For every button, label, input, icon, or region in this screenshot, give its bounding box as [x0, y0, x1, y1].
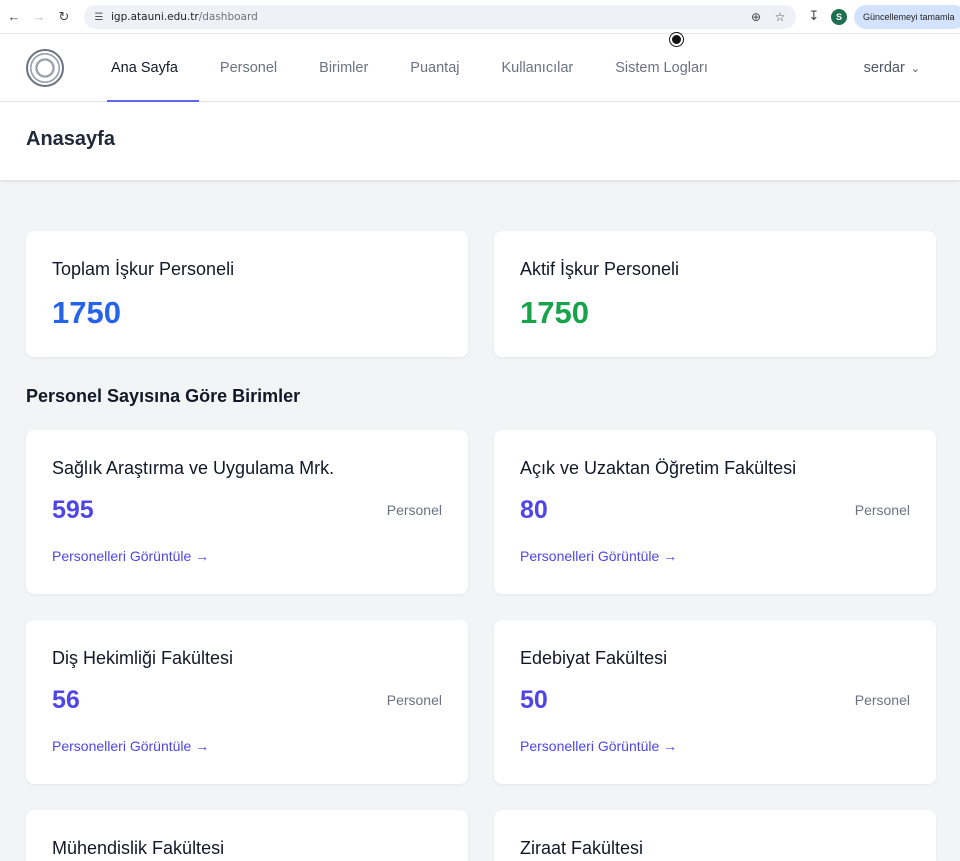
profile-avatar[interactable]: S: [831, 9, 847, 25]
stat-card-active: Aktif İşkur Personeli 1750: [494, 231, 936, 357]
view-personnel-link[interactable]: Personelleri Görüntüle →: [52, 738, 209, 754]
reload-icon[interactable]: ↻: [53, 6, 75, 28]
address-bar[interactable]: ☰ igp.atauni.edu.tr/dashboard ⊕ ☆: [84, 5, 796, 29]
view-personnel-link[interactable]: Personelleri Görüntüle →: [520, 738, 677, 754]
university-logo[interactable]: [26, 49, 64, 87]
update-button-label: Güncellemeyi tamamla: [863, 12, 955, 22]
unit-name: Ziraat Fakültesi: [520, 838, 644, 858]
mouse-cursor: [670, 33, 683, 46]
bookmark-star-icon[interactable]: ☆: [770, 7, 790, 27]
unit-name: Sağlık Araştırma ve Uygulama Mrk.: [52, 458, 335, 478]
update-button[interactable]: Güncellemeyi tamamla⋮: [854, 5, 960, 29]
browser-toolbar: ← → ↻ ☰ igp.atauni.edu.tr/dashboard ⊕ ☆ …: [0, 0, 960, 34]
unit-card: Mühendislik Fakültesi: [26, 810, 468, 861]
forward-icon[interactable]: →: [28, 6, 50, 28]
nav-home[interactable]: Ana Sayfa: [90, 34, 199, 102]
stat-value: 1750: [52, 295, 121, 330]
unit-count: 80: [520, 496, 548, 524]
stat-label: Toplam İşkur Personeli: [52, 259, 235, 279]
unit-card: Edebiyat Fakültesi 50 Personel Personell…: [494, 620, 936, 784]
user-menu[interactable]: serdar ⌄: [864, 34, 920, 102]
view-personnel-link[interactable]: Personelleri Görüntüle →: [52, 548, 209, 564]
download-icon[interactable]: ↧: [804, 6, 824, 26]
main-nav: Ana Sayfa Personel Birimler Puantaj Kull…: [90, 34, 729, 102]
nav-sistem-loglari[interactable]: Sistem Logları: [594, 34, 729, 102]
unit-count: 56: [52, 686, 80, 714]
unit-suffix: Personel: [854, 502, 910, 518]
nav-birimler[interactable]: Birimler: [298, 34, 389, 102]
unit-name: Açık ve Uzaktan Öğretim Fakültesi: [520, 458, 797, 478]
page-header: Anasayfa: [0, 102, 960, 180]
stat-label: Aktif İşkur Personeli: [520, 259, 680, 279]
unit-name: Diş Hekimliği Fakültesi: [52, 648, 234, 668]
back-icon[interactable]: ←: [3, 6, 25, 28]
view-personnel-link[interactable]: Personelleri Görüntüle →: [520, 548, 677, 564]
unit-count: 50: [520, 686, 548, 714]
nav-puantaj[interactable]: Puantaj: [389, 34, 480, 102]
url-host: igp.atauni.edu.tr: [111, 11, 199, 23]
unit-card: Ziraat Fakültesi: [494, 810, 936, 861]
unit-name: Edebiyat Fakültesi: [520, 648, 668, 668]
page-title: Anasayfa: [26, 128, 115, 150]
site-info-icon[interactable]: ☰: [87, 5, 111, 29]
unit-count: 595: [52, 496, 94, 524]
user-name: serdar: [863, 60, 905, 76]
unit-card: Sağlık Araştırma ve Uygulama Mrk. 595 Pe…: [26, 430, 468, 594]
url-path: /dashboard: [198, 11, 258, 23]
unit-card: Diş Hekimliği Fakültesi 56 Personel Pers…: [26, 620, 468, 784]
stat-card-total: Toplam İşkur Personeli 1750: [26, 231, 468, 357]
unit-suffix: Personel: [386, 692, 442, 708]
zoom-icon[interactable]: ⊕: [746, 7, 766, 27]
section-title: Personel Sayısına Göre Birimler: [26, 386, 301, 406]
nav-kullanicilar[interactable]: Kullanıcılar: [480, 34, 594, 102]
app-header: Ana Sayfa Personel Birimler Puantaj Kull…: [0, 34, 960, 102]
nav-personel[interactable]: Personel: [199, 34, 298, 102]
unit-suffix: Personel: [386, 502, 442, 518]
unit-name: Mühendislik Fakültesi: [52, 838, 225, 858]
unit-suffix: Personel: [854, 692, 910, 708]
chevron-down-icon: ⌄: [910, 62, 920, 75]
stat-value: 1750: [520, 295, 589, 330]
unit-card: Açık ve Uzaktan Öğretim Fakültesi 80 Per…: [494, 430, 936, 594]
